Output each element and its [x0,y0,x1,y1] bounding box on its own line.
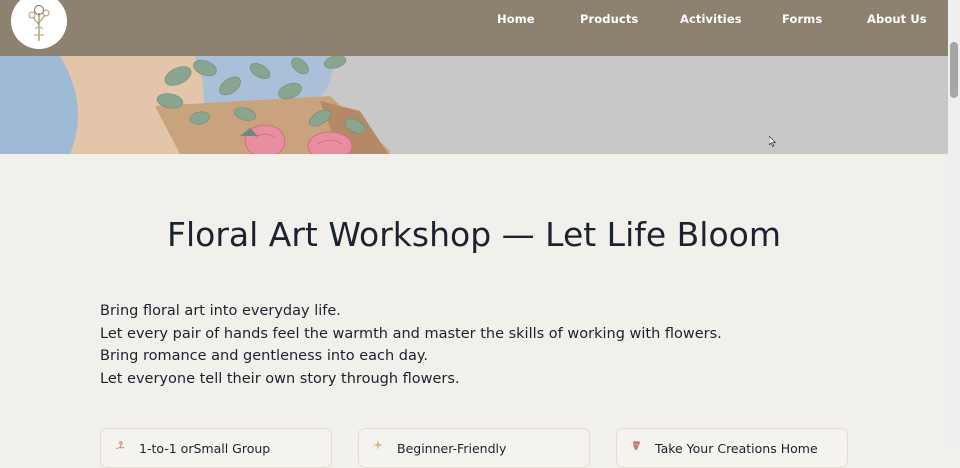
intro-line: Bring floral art into everyday life. [100,303,341,319]
sparkle-icon [372,439,384,454]
page-title: Floral Art Workshop — Let Life Bloom [167,215,781,254]
feature-card-small-group: 1-to-1 orSmall Group [100,428,332,468]
hand-flower-icon [114,439,126,454]
intro-line: Bring romance and gentleness into each d… [100,348,428,364]
gift-bouquet-icon [630,439,642,454]
intro-text: Bring floral art into everyday life. Let… [100,300,920,390]
feature-label: Beginner-Friendly [397,441,507,456]
feature-label: Take Your Creations Home [655,441,818,456]
feature-card-take-home: Take Your Creations Home [616,428,848,468]
intro-line: Let every pair of hands feel the warmth … [100,325,722,342]
logo[interactable] [11,0,67,49]
hero-bouquet-image [0,56,948,154]
nav-activities[interactable]: Activities [680,12,742,26]
scrollbar-thumb[interactable] [950,42,958,98]
flower-logo-icon [28,5,50,41]
nav-about-us[interactable]: About Us [867,12,927,26]
feature-card-beginner: Beginner-Friendly [358,428,590,468]
nav-products[interactable]: Products [580,12,638,26]
hero-banner [0,56,948,154]
nav-forms[interactable]: Forms [782,12,822,26]
intro-line: Let everyone tell their own story throug… [100,370,460,387]
feature-label: 1-to-1 orSmall Group [139,441,271,456]
mouse-cursor-icon [769,136,777,147]
top-navbar: Home Products Activities Forms About Us [0,0,948,56]
nav-home[interactable]: Home [497,12,535,26]
